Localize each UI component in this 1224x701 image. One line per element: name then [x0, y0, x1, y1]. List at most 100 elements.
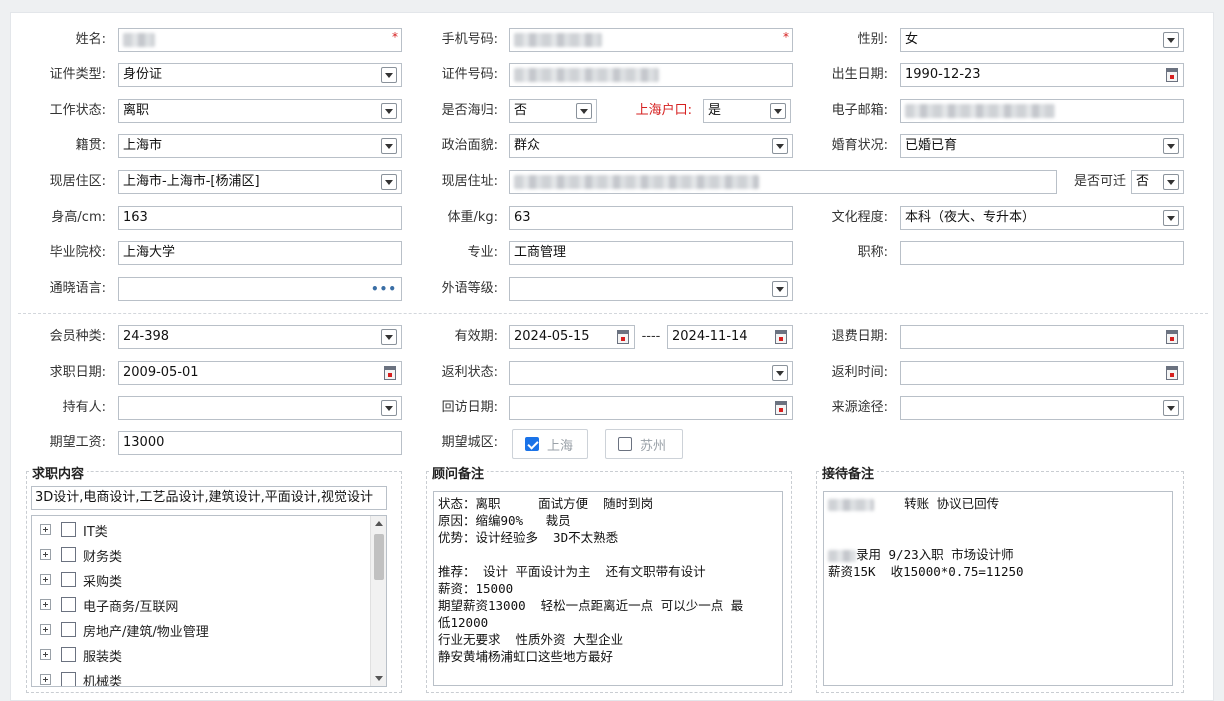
- gender-select[interactable]: 女: [900, 28, 1184, 52]
- expand-icon[interactable]: [40, 674, 51, 685]
- calendar-icon[interactable]: [384, 366, 396, 380]
- checkbox-icon[interactable]: [61, 547, 76, 562]
- phone-field[interactable]: *: [509, 28, 793, 52]
- political-select[interactable]: 群众: [509, 134, 793, 158]
- chevron-down-icon[interactable]: [770, 103, 786, 119]
- checkbox-icon[interactable]: [61, 522, 76, 537]
- weight-field[interactable]: 63: [509, 206, 793, 230]
- relocatable-select[interactable]: 否: [1131, 170, 1184, 194]
- calendar-icon[interactable]: [1166, 68, 1178, 82]
- chevron-down-icon[interactable]: [1163, 400, 1179, 416]
- marital-select[interactable]: 已婚已育: [900, 134, 1184, 158]
- checkbox-icon[interactable]: [61, 572, 76, 587]
- source-select[interactable]: [900, 396, 1184, 420]
- refund-date-field[interactable]: [900, 325, 1184, 349]
- checkbox-unchecked-icon[interactable]: [618, 437, 632, 451]
- tree-item[interactable]: 房地产/建筑/物业管理: [32, 620, 362, 640]
- chevron-down-icon[interactable]: [381, 138, 397, 154]
- chevron-down-icon[interactable]: [1163, 138, 1179, 154]
- work-status-select[interactable]: 离职: [118, 99, 402, 123]
- school-field[interactable]: 上海大学: [118, 241, 402, 265]
- calendar-icon[interactable]: [775, 401, 787, 415]
- native-place-select[interactable]: 上海市: [118, 134, 402, 158]
- checkbox-icon[interactable]: [61, 672, 76, 686]
- expand-icon[interactable]: [40, 574, 51, 585]
- calendar-icon[interactable]: [1166, 366, 1178, 380]
- chevron-down-icon[interactable]: [1163, 210, 1179, 226]
- major-field[interactable]: 工商管理: [509, 241, 793, 265]
- chevron-down-icon[interactable]: [381, 329, 397, 345]
- salary-field[interactable]: 13000: [118, 431, 402, 455]
- calendar-icon[interactable]: [775, 330, 787, 344]
- source-label: 来源途径:: [831, 400, 888, 415]
- scroll-down-icon[interactable]: [375, 676, 383, 681]
- address-field[interactable]: [509, 170, 1057, 194]
- language-field[interactable]: •••: [118, 277, 402, 301]
- chevron-down-icon[interactable]: [381, 400, 397, 416]
- job-content-summary[interactable]: 3D设计,电商设计,工艺品设计,建筑设计,平面设计,视觉设计: [31, 486, 387, 510]
- expand-icon[interactable]: [40, 524, 51, 535]
- tree-scrollbar[interactable]: [370, 516, 386, 686]
- scroll-thumb[interactable]: [374, 534, 384, 580]
- chevron-down-icon[interactable]: [576, 103, 592, 119]
- redacted-email: [905, 103, 1055, 118]
- education-select[interactable]: 本科（夜大、专升本）: [900, 206, 1184, 230]
- chevron-down-icon[interactable]: [381, 174, 397, 190]
- foreign-level-select[interactable]: [509, 277, 793, 301]
- expand-icon[interactable]: [40, 549, 51, 560]
- holder-select[interactable]: [118, 396, 402, 420]
- validity-start-field[interactable]: 2024-05-15: [509, 325, 635, 349]
- chevron-down-icon[interactable]: [1163, 32, 1179, 48]
- chevron-down-icon[interactable]: [772, 281, 788, 297]
- reception-notes-legend: 接待备注: [819, 463, 878, 482]
- rebate-status-select[interactable]: [509, 361, 793, 385]
- email-field[interactable]: [900, 99, 1184, 123]
- tree-item[interactable]: 服装类: [32, 645, 362, 665]
- shanghai-hukou-select[interactable]: 是: [703, 99, 791, 123]
- weight-label: 体重/kg:: [447, 210, 498, 225]
- scroll-up-icon[interactable]: [375, 521, 383, 526]
- calendar-icon[interactable]: [617, 330, 629, 344]
- city-label: 期望城区:: [441, 435, 498, 450]
- chevron-down-icon[interactable]: [1163, 174, 1179, 190]
- tree-item[interactable]: 机械类: [32, 670, 362, 686]
- tree-item[interactable]: IT类: [32, 520, 362, 540]
- expand-icon[interactable]: [40, 599, 51, 610]
- checkbox-icon[interactable]: [61, 597, 76, 612]
- member-type-select[interactable]: 24-398: [118, 325, 402, 349]
- chevron-down-icon[interactable]: [772, 365, 788, 381]
- chevron-down-icon[interactable]: [772, 138, 788, 154]
- returnee-select[interactable]: 否: [509, 99, 597, 123]
- birth-date-label: 出生日期:: [831, 67, 888, 82]
- rebate-time-field[interactable]: [900, 361, 1184, 385]
- expand-icon[interactable]: [40, 624, 51, 635]
- id-type-select[interactable]: 身份证: [118, 63, 402, 87]
- calendar-icon[interactable]: [1166, 330, 1178, 344]
- job-date-field[interactable]: 2009-05-01: [118, 361, 402, 385]
- residence-area-select[interactable]: 上海市-上海市-[杨浦区]: [118, 170, 402, 194]
- height-field[interactable]: 163: [118, 206, 402, 230]
- redacted-name: [123, 32, 155, 47]
- birth-date-field[interactable]: 1990-12-23: [900, 63, 1184, 87]
- expand-icon[interactable]: [40, 649, 51, 660]
- chevron-down-icon[interactable]: [381, 103, 397, 119]
- tree-item[interactable]: 采购类: [32, 570, 362, 590]
- redacted-id-number: [514, 67, 659, 82]
- consultant-notes-textarea[interactable]: 状态：离职 面试方便 随时到岗 原因：缩编90% 裁员 优势：设计经验多 3D不…: [433, 491, 783, 686]
- city-option-suzhou[interactable]: 苏州: [605, 429, 683, 459]
- checkbox-icon[interactable]: [61, 622, 76, 637]
- reception-notes-textarea[interactable]: 转账 协议已回传 录用 9/23入职 市场设计师 薪资15K 收15000*0.…: [823, 491, 1173, 686]
- name-field[interactable]: *: [118, 28, 402, 52]
- id-number-field[interactable]: [509, 63, 793, 87]
- tree-item[interactable]: 电子商务/互联网: [32, 595, 362, 615]
- checkbox-checked-icon[interactable]: [525, 437, 539, 451]
- city-option-shanghai[interactable]: 上海: [512, 429, 588, 459]
- more-icon[interactable]: •••: [371, 278, 397, 300]
- visit-date-field[interactable]: [509, 396, 793, 420]
- tree-item[interactable]: 财务类: [32, 545, 362, 565]
- checkbox-icon[interactable]: [61, 647, 76, 662]
- validity-end-field[interactable]: 2024-11-14: [667, 325, 793, 349]
- job-title-field[interactable]: [900, 241, 1184, 265]
- chevron-down-icon[interactable]: [381, 67, 397, 83]
- refund-date-label: 退费日期:: [831, 329, 888, 344]
